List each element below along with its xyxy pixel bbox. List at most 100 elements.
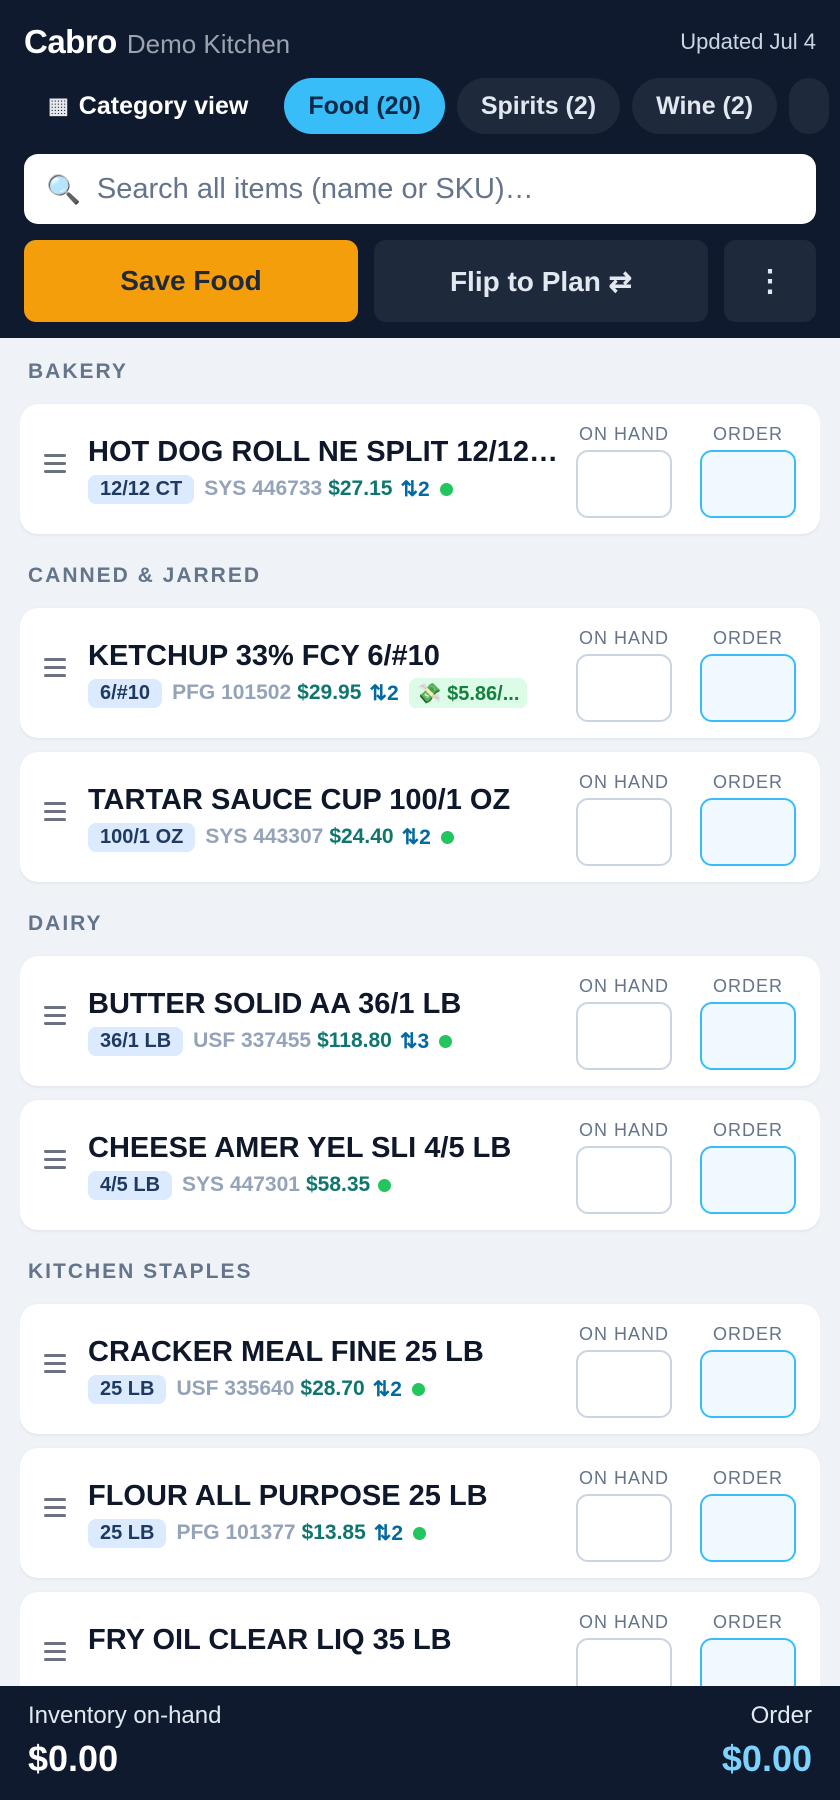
on-hand-input[interactable] <box>576 798 672 866</box>
on-hand-label: ON HAND <box>578 1324 669 1344</box>
item-meta: 100/1 OZ SYS 443307 $24.40 ⇅2 <box>88 822 576 852</box>
status-dot-icon <box>440 830 454 844</box>
item-card[interactable]: KETCHUP 33% FCY 6/#10 6/#10 PFG 101502 $29.… <box>20 608 820 738</box>
item-price: $29.95 <box>297 681 362 704</box>
drag-handle-icon[interactable] <box>44 1006 66 1030</box>
order-input[interactable] <box>700 1002 796 1070</box>
item-price: $28.70 <box>300 1377 365 1400</box>
order-input[interactable] <box>700 798 796 866</box>
on-hand-label: ON HAND <box>578 424 669 444</box>
flip-to-plan-button[interactable]: Flip to Plan ⇄ <box>374 240 708 322</box>
item-name: CRACKER MEAL FINE 25 LB <box>88 1336 484 1368</box>
inventory-total-label: Inventory on-hand <box>28 1702 222 1729</box>
swap-count-icon[interactable]: ⇅3 <box>400 1029 429 1054</box>
item-card[interactable]: CHEESE AMER YEL SLI 4/5 LB 4/5 LB SYS 4473… <box>20 1100 820 1230</box>
tab-wine[interactable]: Wine (2) <box>632 78 778 134</box>
on-hand-label: ON HAND <box>578 1468 669 1488</box>
inventory-total-value: $0.00 <box>28 1738 119 1779</box>
on-hand-input[interactable] <box>576 654 672 722</box>
item-card[interactable]: FLOUR ALL PURPOSE 25 LB 25 LB PFG 101377 $1… <box>20 1448 820 1578</box>
on-hand-input[interactable] <box>576 1494 672 1562</box>
category-tabs: ▦ Category view Food (20) Spirits (2) Wi… <box>24 78 840 134</box>
drag-handle-icon[interactable] <box>44 454 66 478</box>
totals-footer: Inventory on-hand $0.00 Order $0.00 <box>0 1686 840 1800</box>
item-card[interactable]: HOT DOG ROLL NE SPLIT 12/12 CT 12/12 CT SY… <box>20 404 820 534</box>
order-input[interactable] <box>700 1146 796 1214</box>
status-dot-icon <box>411 1382 425 1396</box>
item-price: $24.40 <box>329 825 394 848</box>
tab-spirits[interactable]: Spirits (2) <box>456 78 621 134</box>
order-input[interactable] <box>700 1638 796 1686</box>
tab-food[interactable]: Food (20) <box>284 78 445 134</box>
on-hand-input[interactable] <box>576 1002 672 1070</box>
pack-size-badge: 4/5 LB <box>88 1170 173 1200</box>
on-hand-label: ON HAND <box>578 976 669 996</box>
item-card[interactable]: TARTAR SAUCE CUP 100/1 OZ 100/1 OZ SYS 443… <box>20 752 820 882</box>
item-name: FLOUR ALL PURPOSE 25 LB <box>88 1480 488 1512</box>
order-label: ORDER <box>712 976 783 996</box>
item-name: CHEESE AMER YEL SLI 4/5 LB <box>88 1132 512 1164</box>
on-hand-input[interactable] <box>576 1350 672 1418</box>
on-hand-input[interactable] <box>576 1638 672 1686</box>
drag-handle-icon[interactable] <box>44 1498 66 1522</box>
drag-handle-icon[interactable] <box>44 1150 66 1174</box>
item-meta: 25 LB USF 335640 $28.70 ⇅2 <box>88 1374 576 1404</box>
item-name: FRY OIL CLEAR LIQ 35 LB <box>88 1624 452 1656</box>
drag-handle-icon[interactable] <box>44 802 66 826</box>
search-icon: 🔍 <box>46 173 81 205</box>
swap-count-icon[interactable]: ⇅2 <box>374 1521 403 1546</box>
item-card[interactable]: FRY OIL CLEAR LIQ 35 LB ON HAND ORDER <box>20 1592 820 1686</box>
order-total-label: Order <box>750 1702 812 1729</box>
item-sku: USF 335640 <box>176 1377 295 1400</box>
item-meta: 4/5 LB SYS 447301 $58.35 <box>88 1170 576 1200</box>
order-total-value: $0.00 <box>721 1738 812 1779</box>
item-name: TARTAR SAUCE CUP 100/1 OZ <box>88 784 511 816</box>
item-price: $13.85 <box>301 1521 366 1544</box>
brand-name: Cabro <box>24 23 117 60</box>
item-meta: 36/1 LB USF 337455 $118.80 ⇅3 <box>88 1026 576 1056</box>
swap-count-icon[interactable]: ⇅2 <box>402 825 431 850</box>
search-input[interactable] <box>96 172 777 206</box>
swap-count-icon[interactable]: ⇅2 <box>373 1377 402 1402</box>
category-view-toggle[interactable]: ▦ Category view <box>48 92 248 121</box>
drag-handle-icon[interactable] <box>44 1642 66 1666</box>
save-food-button[interactable]: Save Food <box>24 240 358 322</box>
brand-row: Cabro Demo Kitchen Updated Jul 4 <box>24 22 816 62</box>
item-price: $58.35 <box>305 1173 371 1196</box>
order-input[interactable] <box>700 1350 796 1418</box>
item-sku: SYS 446733 <box>204 477 323 500</box>
order-input[interactable] <box>700 654 796 722</box>
item-meta <box>88 1662 576 1686</box>
action-bar: Save Food Flip to Plan ⇄ ⋮ <box>24 240 816 322</box>
item-card[interactable]: CRACKER MEAL FINE 25 LB 25 LB USF 335640 $2… <box>20 1304 820 1434</box>
status-dot-icon <box>413 1526 427 1540</box>
order-label: ORDER <box>712 1324 783 1344</box>
inventory-list[interactable]: BAKERY HOT DOG ROLL NE SPLIT 12/12 CT 12/1… <box>20 338 820 1686</box>
more-options-button[interactable]: ⋮ <box>724 240 816 322</box>
search-bar[interactable]: 🔍 <box>24 154 816 224</box>
order-label: ORDER <box>712 628 783 648</box>
section-title: DAIRY <box>28 912 103 935</box>
drag-handle-icon[interactable] <box>44 1354 66 1378</box>
order-input[interactable] <box>700 1494 796 1562</box>
order-input[interactable] <box>700 450 796 518</box>
order-label: ORDER <box>712 1612 783 1632</box>
on-hand-input[interactable] <box>576 450 672 518</box>
order-label: ORDER <box>712 1468 783 1488</box>
order-label: ORDER <box>712 424 783 444</box>
pack-size-badge: 6/#10 <box>88 678 163 708</box>
deal-badge[interactable]: 💸 $5.86/... <box>408 678 528 708</box>
pack-size-badge: 25 LB <box>88 1374 167 1404</box>
on-hand-label: ON HAND <box>578 772 669 792</box>
swap-count-icon[interactable]: ⇅2 <box>400 477 429 502</box>
item-card[interactable]: BUTTER SOLID AA 36/1 LB 36/1 LB USF 337455… <box>20 956 820 1086</box>
item-sku: SYS 443307 <box>205 825 324 848</box>
on-hand-label: ON HAND <box>578 1120 669 1140</box>
tab-more-overflow[interactable] <box>789 78 830 134</box>
status-dot-icon <box>439 482 453 496</box>
on-hand-input[interactable] <box>576 1146 672 1214</box>
swap-count-icon[interactable]: ⇅2 <box>369 681 398 706</box>
kitchen-name: Demo Kitchen <box>126 28 291 59</box>
drag-handle-icon[interactable] <box>44 658 66 682</box>
item-name: HOT DOG ROLL NE SPLIT 12/12 CT <box>88 436 558 468</box>
